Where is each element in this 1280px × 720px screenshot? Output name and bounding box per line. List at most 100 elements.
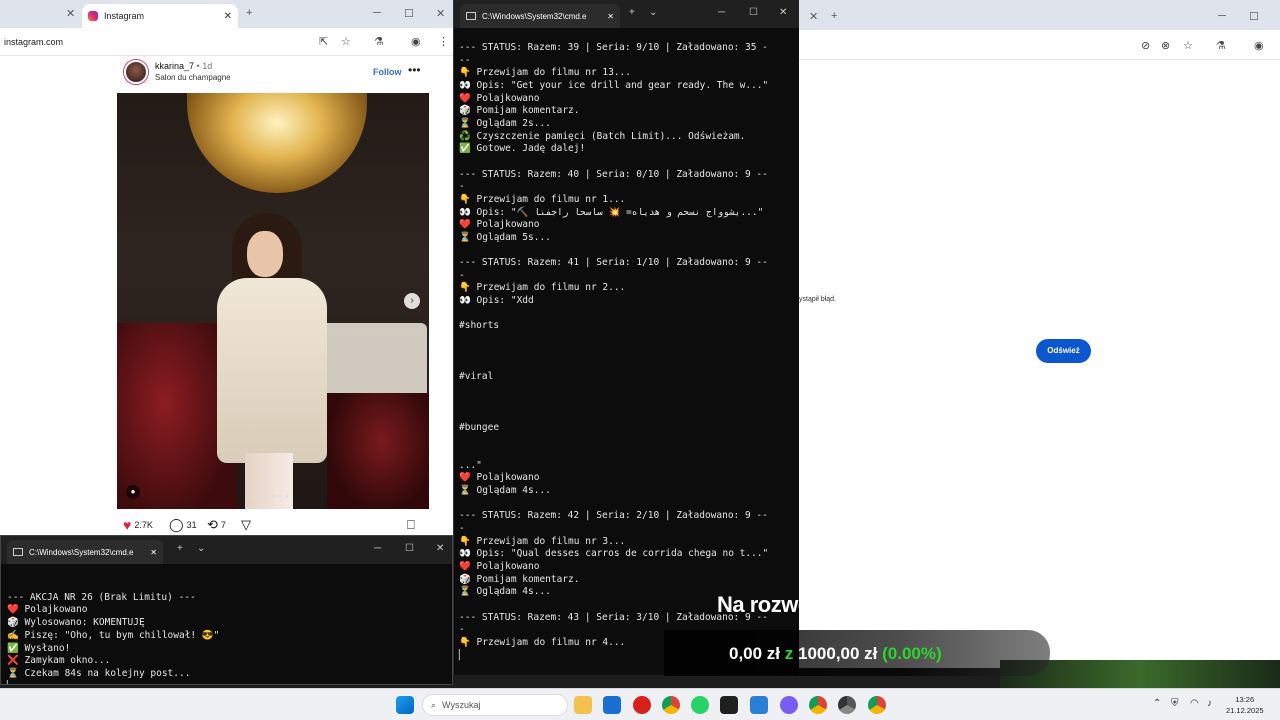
post-actions: ♥ 2.7K ◯ 31 ⟲ 7 ▽ ⎕ [123, 517, 423, 533]
terminal-tab-title: C:\Windows\System32\cmd.e [482, 11, 587, 21]
post-username[interactable]: kkarina_7 [155, 61, 194, 71]
store-icon[interactable] [603, 696, 621, 714]
menu-icon[interactable]: ⋮ [438, 35, 449, 48]
taskbar: ⌕ Wyszukaj ⌃ ⛨ ◠ ♪ 13:26 21.12.2025 [0, 688, 1280, 720]
new-tab-icon[interactable]: + [177, 543, 183, 554]
messenger-icon[interactable] [780, 696, 798, 714]
repost-action[interactable]: ⟲ 7 [207, 517, 226, 533]
maximize-icon[interactable]: ☐ [405, 543, 414, 554]
avatar[interactable] [124, 60, 148, 84]
minimize-icon[interactable]: ─ [718, 7, 725, 18]
close-tab-icon[interactable]: ✕ [224, 11, 232, 22]
eye-off-icon[interactable]: ⊗ [1161, 39, 1170, 52]
bookmark-star-icon[interactable]: ☆ [341, 35, 351, 48]
close-tab-icon[interactable]: ✕ [66, 7, 75, 20]
no-tracking-icon[interactable]: ⊘ [1141, 39, 1150, 52]
terminal-tab[interactable]: C:\Windows\System32\cmd.e ✕ [460, 4, 620, 28]
labs-icon[interactable]: ⚗ [374, 35, 384, 48]
notepad-icon[interactable] [750, 696, 768, 714]
post-photo[interactable]: › ● ● ● ● ● ● ● [117, 93, 429, 509]
terminal-line: - [459, 269, 465, 281]
new-tab-icon[interactable]: + [629, 7, 635, 18]
tab-instagram[interactable]: Instagram ✕ [82, 4, 238, 28]
minimize-icon[interactable]: ─ [373, 7, 381, 19]
comment-icon[interactable]: ◯ [169, 517, 184, 533]
save-action[interactable]: ⎕ [407, 517, 415, 533]
profile-icon[interactable]: ◉ [411, 35, 421, 48]
chevron-down-icon[interactable]: ⌄ [197, 543, 205, 554]
donation-separator: z [780, 644, 798, 663]
chrome-profile-icon[interactable] [809, 696, 827, 714]
close-window-icon[interactable]: ✕ [779, 7, 787, 18]
share-icon[interactable]: ▽ [241, 517, 251, 533]
file-explorer-icon[interactable] [574, 696, 592, 714]
follow-button[interactable]: Follow [373, 67, 402, 77]
windows-start-icon[interactable] [396, 696, 414, 714]
search-icon: ⌕ [431, 699, 437, 710]
donation-progress: 0,00 zł z 1000,00 zł (0.00%) [729, 644, 942, 664]
bookmark-star-icon[interactable]: ☆ [1183, 39, 1193, 52]
red-seat-right [327, 393, 429, 509]
volume-icon[interactable]: ♪ [1207, 698, 1212, 709]
comment-action[interactable]: ◯ 31 [169, 517, 197, 533]
comments-count: 31 [186, 520, 197, 530]
terminal-line: 👇 Przewijam do filmu nr 13... [459, 67, 631, 79]
terminal-line: --- STATUS: Razem: 40 | Seria: 0/10 | Za… [459, 168, 768, 180]
close-tab-icon[interactable]: ✕ [607, 12, 614, 21]
tagged-users-icon[interactable]: ● [126, 485, 140, 499]
terminal-output[interactable]: --- STATUS: Razem: 39 | Seria: 9/10 | Za… [459, 42, 768, 662]
more-options-icon[interactable]: ••• [408, 63, 421, 77]
repost-icon[interactable]: ⟲ [207, 517, 218, 533]
maximize-icon[interactable]: ☐ [749, 7, 758, 18]
post-username-line[interactable]: kkarina_7 • 1d [155, 61, 212, 71]
terminal-output[interactable]: --- AKCJA NR 26 (Brak Limitu) --- ❤️ Pola… [7, 579, 219, 684]
close-tab-icon[interactable]: ✕ [809, 10, 818, 23]
address-bar[interactable]: instagram.com ⇱ ☆ ⚗ ◉ ⋮ [0, 28, 453, 56]
close-window-icon[interactable]: ✕ [436, 543, 444, 554]
like-action[interactable]: ♥ 2.7K [123, 517, 153, 533]
chevron-up-icon[interactable]: ⌃ [1153, 698, 1161, 709]
security-icon[interactable]: ⛨ [1171, 698, 1179, 709]
terminal-line: -- [459, 54, 471, 66]
terminal-line: ⏳ Oglądam 2s... [459, 117, 551, 129]
open-in-app-icon[interactable]: ⇱ [319, 35, 328, 48]
cmd-icon [13, 548, 23, 556]
chrome-alt-icon[interactable] [868, 696, 886, 714]
labs-icon[interactable]: ⚗ [1216, 39, 1226, 52]
taskbar-search[interactable]: ⌕ Wyszukaj [422, 694, 568, 716]
chevron-down-icon[interactable]: ⌄ [649, 7, 657, 18]
chrome-icon[interactable] [662, 696, 680, 714]
instagram-logo-icon [88, 11, 98, 21]
opera-icon[interactable] [633, 696, 651, 714]
maximize-icon[interactable]: ☐ [1249, 10, 1259, 23]
terminal-line: ❤️ Polajkowano [459, 560, 540, 572]
post-location[interactable]: Salon du champagne [155, 73, 231, 82]
terminal-cursor[interactable]: ▏ [7, 681, 219, 684]
bookmark-icon[interactable]: ⎕ [407, 517, 415, 533]
chrome-dark-icon[interactable] [838, 696, 856, 714]
close-window-icon[interactable]: ✕ [436, 7, 445, 20]
post-header: kkarina_7 • 1d Salon du champagne Follow… [124, 60, 429, 88]
terminal-line: ❌ Zamykam okno... [7, 655, 111, 667]
url-text[interactable]: instagram.com [4, 37, 63, 47]
profile-icon[interactable]: ◉ [1254, 39, 1264, 52]
share-action[interactable]: ▽ [241, 517, 251, 533]
whatsapp-icon[interactable] [691, 696, 709, 714]
heart-icon[interactable]: ♥ [123, 517, 131, 533]
next-photo-icon[interactable]: › [404, 293, 420, 309]
minimize-icon[interactable]: ─ [1218, 10, 1226, 22]
new-tab-icon[interactable]: + [246, 7, 252, 19]
minimize-icon[interactable]: ─ [374, 543, 381, 554]
terminal-icon[interactable] [720, 696, 738, 714]
system-clock[interactable]: 13:26 21.12.2025 [1226, 694, 1264, 716]
refresh-button[interactable]: Odśwież [1036, 339, 1091, 363]
new-tab-icon[interactable]: + [831, 10, 837, 22]
maximize-icon[interactable]: ☐ [404, 7, 414, 20]
address-bar[interactable]: ⊘ ⊗ ☆ ⚗ ◉ [799, 30, 1280, 60]
terminal-tab[interactable]: C:\Windows\System32\cmd.e ✕ [7, 540, 163, 564]
wifi-icon[interactable]: ◠ [1190, 698, 1199, 709]
close-tab-icon[interactable]: ✕ [150, 548, 157, 557]
